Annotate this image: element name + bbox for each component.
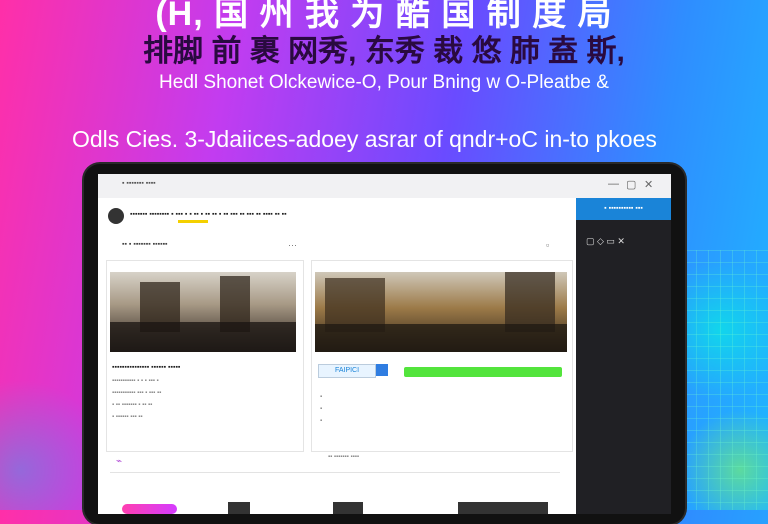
- card-2-line: ▪: [320, 406, 323, 412]
- page-header: ▪▪▪▪▪▪▪ ▪▪▪▪▪▪▪▪ ▪ ▪▪▪ ▪ ▪ ▪▪ ▪ ▪▪ ▪▪ ▪ …: [130, 211, 287, 218]
- laptop-frame: ▪ ▪▪▪▪▪▪▪ ▪▪▪▪ — ▢ ✕ ▪▪▪▪▪▪▪ ▪▪▪▪▪▪▪▪ ▪ …: [84, 164, 685, 524]
- decorative-swoosh: [122, 504, 177, 514]
- screen: ▪ ▪▪▪▪▪▪▪ ▪▪▪▪ — ▢ ✕ ▪▪▪▪▪▪▪ ▪▪▪▪▪▪▪▪ ▪ …: [98, 174, 671, 514]
- footer-text: ▪▪ ▪▪▪▪▪▪▪ ▪▪▪▪: [328, 454, 359, 460]
- card-1-line: ▪ ▪▪ ▪▪▪▪▪▪▪ ▪ ▪▪ ▪▪: [112, 402, 153, 408]
- sidebar-primary-button[interactable]: ▪ ▪▪▪▪▪▪▪▪▪▪ ▪▪▪: [576, 198, 671, 220]
- thumbnail[interactable]: [333, 502, 363, 514]
- card-1-title: ▪▪▪▪▪▪▪▪▪▪▪▪▪▪▪ ▪▪▪▪▪▪ ▪▪▪▪▪: [112, 364, 181, 371]
- card-1-line: ▪▪▪▪▪▪▪▪▪▪▪ ▪ ▪ ▪ ▪▪▪ ▪: [112, 378, 159, 384]
- subtitle: Hedl Shonet Olckewice-O, Pour Bning w O-…: [159, 72, 609, 93]
- card-2-image[interactable]: [315, 272, 567, 352]
- card-2-line: ▪: [320, 394, 323, 400]
- tagline: Odls Cies. 3-Jdaiices-adoey asrar of qnd…: [72, 126, 657, 152]
- breadcrumb-settings-icon[interactable]: ▫: [546, 240, 549, 250]
- card-1-line: ▪ ▪▪▪▪▪▪ ▪▪▪ ▪▪: [112, 414, 143, 420]
- thumbnail[interactable]: [228, 502, 250, 514]
- highlight-bar: [178, 220, 208, 223]
- avatar[interactable]: [108, 208, 124, 224]
- close-icon[interactable]: ✕: [644, 178, 653, 191]
- minimize-icon[interactable]: —: [608, 178, 619, 190]
- thumbnail[interactable]: [458, 502, 548, 514]
- breadcrumb-menu-icon[interactable]: ⋯: [288, 240, 297, 251]
- sidebar-icons[interactable]: ▢ ◇ ▭ ✕: [586, 236, 625, 247]
- tag-button[interactable]: FAIPICI: [318, 364, 376, 378]
- divider: [110, 472, 560, 473]
- breadcrumb[interactable]: ▪▪ ▪ ▪▪▪▪▪▪▪ ▪▪▪▪▪▪: [122, 241, 168, 248]
- card-1-line: ▪▪▪▪▪▪▪▪▪▪▪ ▪▪▪ ▪ ▪▪▪ ▪▪: [112, 390, 162, 396]
- headline-cn: 排脚 前 裹 网秀, 东秀 裁 悠 肺 盍 斯,: [143, 35, 625, 68]
- card-2-line: ▪: [320, 418, 323, 424]
- progress-bar: [404, 367, 562, 377]
- footer-sigil-icon: ⌁: [116, 456, 123, 467]
- sidebar: ▪ ▪▪▪▪▪▪▪▪▪▪ ▪▪▪ ▢ ◇ ▭ ✕: [576, 198, 671, 514]
- browser-topbar: ▪ ▪▪▪▪▪▪▪ ▪▪▪▪ — ▢ ✕: [98, 174, 671, 199]
- maximize-icon[interactable]: ▢: [626, 178, 636, 191]
- tag-action-button[interactable]: [376, 364, 388, 376]
- page-content: ▪▪▪▪▪▪▪ ▪▪▪▪▪▪▪▪ ▪ ▪▪▪ ▪ ▪ ▪▪ ▪ ▪▪ ▪▪ ▪ …: [98, 198, 576, 514]
- topbar-text: ▪ ▪▪▪▪▪▪▪ ▪▪▪▪: [122, 180, 156, 187]
- card-1-image[interactable]: [110, 272, 296, 352]
